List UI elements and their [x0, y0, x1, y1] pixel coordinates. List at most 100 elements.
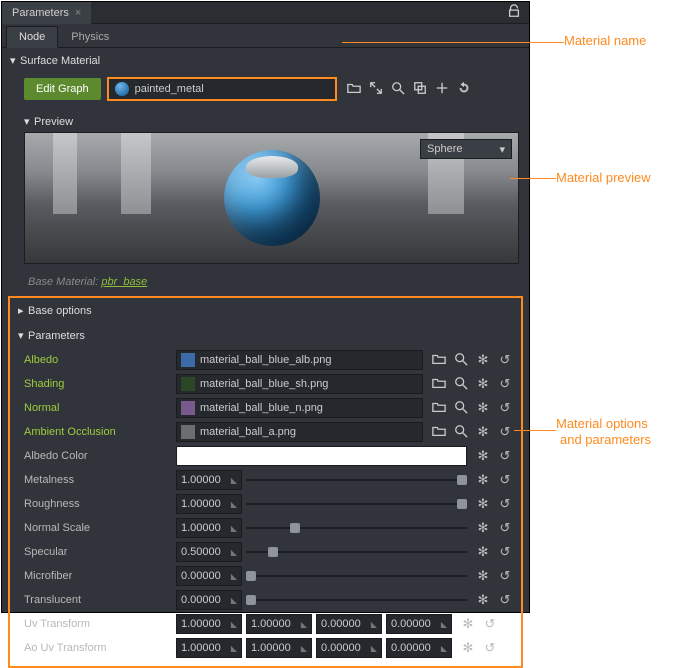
spinner-icon[interactable]: ◣	[231, 524, 237, 533]
slider[interactable]	[246, 542, 467, 562]
reset-icon[interactable]: ↺	[497, 424, 513, 441]
slider[interactable]	[246, 494, 467, 514]
reset-icon[interactable]: ↺	[497, 448, 513, 464]
gear-icon[interactable]: ✻	[460, 616, 476, 632]
gear-icon[interactable]: ✻	[475, 592, 491, 608]
number-input[interactable]: 0.50000◣	[176, 542, 242, 562]
material-name-input[interactable]: painted_metal	[107, 77, 337, 101]
slider[interactable]	[246, 566, 467, 586]
gear-icon[interactable]: ✻	[475, 448, 491, 464]
tab-node[interactable]: Node	[6, 26, 58, 48]
number-input[interactable]: 1.00000◣	[246, 638, 312, 658]
texture-filename: material_ball_a.png	[200, 426, 296, 438]
spinner-icon[interactable]: ◣	[441, 620, 447, 629]
number-input[interactable]: 1.00000 ◣	[176, 638, 242, 658]
search-icon[interactable]	[453, 376, 469, 393]
gear-icon[interactable]: ✻	[475, 424, 491, 441]
reset-icon[interactable]: ↺	[482, 616, 498, 632]
number-input[interactable]: 0.00000◣	[386, 638, 452, 658]
reset-icon[interactable]: ↺	[482, 640, 498, 656]
reset-icon[interactable]: ↺	[497, 592, 513, 608]
spinner-icon[interactable]: ◣	[301, 644, 307, 653]
reset-icon[interactable]	[457, 81, 471, 98]
number-input[interactable]: 1.00000◣	[176, 470, 242, 490]
texture-input[interactable]: material_ball_blue_sh.png	[176, 374, 423, 394]
slider[interactable]	[246, 470, 467, 490]
reset-icon[interactable]: ↺	[497, 544, 513, 560]
close-icon[interactable]: ×	[75, 7, 81, 19]
gear-icon[interactable]: ✻	[475, 520, 491, 536]
preview-shape-select[interactable]: Sphere ▾	[420, 139, 512, 159]
add-icon[interactable]	[435, 81, 449, 98]
spinner-icon[interactable]: ◣	[231, 500, 237, 509]
expand-icon[interactable]	[369, 81, 383, 98]
folder-icon[interactable]	[431, 424, 447, 441]
texture-input[interactable]: material_ball_a.png	[176, 422, 423, 442]
edit-graph-button[interactable]: Edit Graph	[24, 78, 101, 100]
reset-icon[interactable]: ↺	[497, 520, 513, 536]
reset-icon[interactable]: ↺	[497, 568, 513, 584]
number-input[interactable]: 0.00000◣	[316, 614, 382, 634]
texture-input[interactable]: material_ball_blue_alb.png	[176, 350, 423, 370]
base-material-link[interactable]: pbr_base	[101, 276, 147, 288]
texture-input[interactable]: material_ball_blue_n.png	[176, 398, 423, 418]
search-icon[interactable]	[391, 81, 405, 98]
folder-icon[interactable]	[347, 81, 361, 98]
preview-header[interactable]: ▾ Preview	[24, 111, 519, 132]
param-label: Normal Scale	[24, 522, 172, 534]
title-tab[interactable]: Parameters ×	[2, 2, 91, 24]
number-input[interactable]: 0.00000◣	[316, 638, 382, 658]
section-surface-material[interactable]: ▾ Surface Material	[2, 48, 529, 73]
search-icon[interactable]	[453, 424, 469, 441]
spinner-icon[interactable]: ◣	[231, 620, 237, 629]
number-input[interactable]: 0.00000◣	[386, 614, 452, 634]
gear-icon[interactable]: ✻	[475, 376, 491, 393]
param-normal: Normal material_ball_blue_n.png ✻ ↺	[10, 396, 521, 420]
search-icon[interactable]	[453, 352, 469, 369]
row-actions: ✻↺	[471, 496, 513, 512]
reset-icon[interactable]: ↺	[497, 352, 513, 369]
search-icon[interactable]	[453, 400, 469, 417]
gear-icon[interactable]: ✻	[475, 568, 491, 584]
reset-icon[interactable]: ↺	[497, 376, 513, 393]
number-input[interactable]: 1.00000◣	[176, 518, 242, 538]
folder-icon[interactable]	[431, 352, 447, 369]
number-input[interactable]: 1.00000◣	[176, 494, 242, 514]
spinner-icon[interactable]: ◣	[371, 620, 377, 629]
spinner-icon[interactable]: ◣	[231, 548, 237, 557]
number-input[interactable]: 0.00000◣	[176, 590, 242, 610]
number-input[interactable]: 0.00000◣	[176, 566, 242, 586]
slider[interactable]	[246, 518, 467, 538]
spinner-icon[interactable]: ◣	[371, 644, 377, 653]
section-base-options[interactable]: ▸ Base options	[10, 298, 521, 323]
number-input[interactable]: 1.00000◣	[176, 614, 242, 634]
section-parameters[interactable]: ▾ Parameters	[10, 323, 521, 348]
folder-icon[interactable]	[431, 400, 447, 417]
gear-icon[interactable]: ✻	[475, 352, 491, 369]
reset-icon[interactable]: ↺	[497, 400, 513, 417]
preview-viewport[interactable]: Sphere ▾	[24, 132, 519, 264]
spinner-icon[interactable]: ◣	[301, 620, 307, 629]
clone-icon[interactable]	[413, 81, 427, 98]
spinner-icon[interactable]: ◣	[231, 572, 237, 581]
reset-icon[interactable]: ↺	[497, 472, 513, 488]
gear-icon[interactable]: ✻	[475, 544, 491, 560]
row-actions: ✻ ↺	[427, 352, 513, 369]
lock-icon[interactable]	[507, 4, 521, 21]
number-input[interactable]: 1.00000◣	[246, 614, 312, 634]
tab-physics[interactable]: Physics	[58, 26, 122, 47]
color-swatch[interactable]	[176, 446, 467, 466]
reset-icon[interactable]: ↺	[497, 496, 513, 512]
gear-icon[interactable]: ✻	[460, 640, 476, 656]
gear-icon[interactable]: ✻	[475, 472, 491, 488]
gear-icon[interactable]: ✻	[475, 496, 491, 512]
spinner-icon[interactable]: ◣	[231, 596, 237, 605]
slider[interactable]	[246, 590, 467, 610]
folder-icon[interactable]	[431, 376, 447, 393]
row-actions: ✻ ↺	[427, 424, 513, 441]
gear-icon[interactable]: ✻	[475, 400, 491, 417]
number-value: 1.00000	[181, 642, 221, 654]
spinner-icon[interactable]: ◣	[231, 476, 237, 485]
spinner-icon[interactable]: ◣	[441, 644, 447, 653]
spinner-icon[interactable]: ◣	[231, 644, 237, 653]
